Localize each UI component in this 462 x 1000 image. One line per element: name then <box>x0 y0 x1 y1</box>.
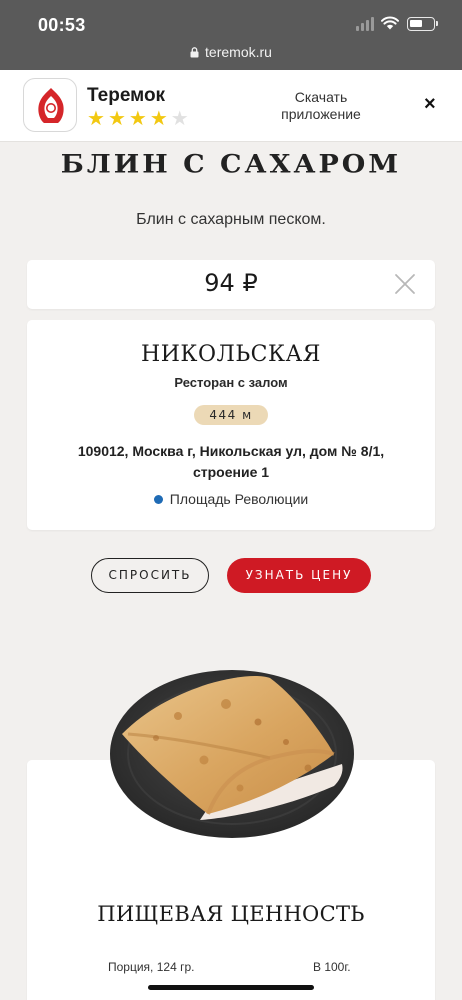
star-filled-icon: ★ <box>87 106 108 130</box>
star-filled-icon: ★ <box>149 106 171 130</box>
url-domain: teremok.ru <box>205 44 272 60</box>
star-filled-icon: ★ <box>128 106 150 130</box>
url-bar[interactable]: teremok.ru <box>0 40 462 70</box>
price-value: 94 ₽ <box>204 269 258 297</box>
app-name: Теремок <box>87 85 166 106</box>
download-app-button[interactable]: Скачать приложение <box>276 89 366 123</box>
distance-badge: 444 м <box>194 405 268 425</box>
status-time: 00:53 <box>38 15 86 35</box>
price-card: 94 ₽ <box>27 260 435 309</box>
pancake-image <box>110 670 354 838</box>
star-rating: ★★★★★ <box>87 108 192 128</box>
app-install-banner: Теремок ★★★★★ Скачать приложение × <box>0 70 462 142</box>
battery-icon <box>407 17 435 31</box>
restaurant-type: Ресторан с залом <box>174 375 288 390</box>
lock-icon <box>190 47 199 58</box>
close-banner-icon[interactable]: × <box>424 94 436 114</box>
restaurant-name: НИКОЛЬСКАЯ <box>141 342 321 367</box>
restaurant-address: 109012, Москва г, Никольская ул, дом № 8… <box>77 443 385 480</box>
restaurant-card[interactable]: НИКОЛЬСКАЯ Ресторан с залом 444 м 109012… <box>27 320 435 530</box>
battery-tip <box>436 21 438 26</box>
close-icon[interactable] <box>394 273 416 295</box>
signal-icon <box>356 17 376 31</box>
nutrition-title: ПИЩЕВАЯ ЦЕННОСТЬ <box>97 902 365 926</box>
metro-station: Площадь Революции <box>27 491 435 507</box>
download-label-line1: Скачать <box>294 89 348 105</box>
ask-button[interactable]: СПРОСИТЬ <box>91 558 209 593</box>
metro-line-dot-icon <box>153 495 163 504</box>
download-label-line2: приложение <box>281 106 361 122</box>
home-indicator[interactable] <box>148 985 314 990</box>
find-price-button[interactable]: УЗНАТЬ ЦЕНУ <box>227 558 371 593</box>
teremok-logo-icon[interactable] <box>23 78 77 132</box>
star-filled-icon: ★ <box>107 106 129 130</box>
per-100g-label: В 100г. <box>313 960 351 974</box>
url-display[interactable]: teremok.ru <box>0 44 462 60</box>
product-description: Блин с сахарным песком. <box>136 211 326 228</box>
product-title: БЛИН С САХАРОМ <box>60 149 402 180</box>
wifi-icon <box>381 16 399 30</box>
portion-label: Порция, 124 гр. <box>108 960 195 974</box>
star-empty-icon: ★ <box>170 106 192 130</box>
status-bar: 00:53 <box>0 0 462 40</box>
metro-station-name: Площадь Революции <box>169 491 309 507</box>
